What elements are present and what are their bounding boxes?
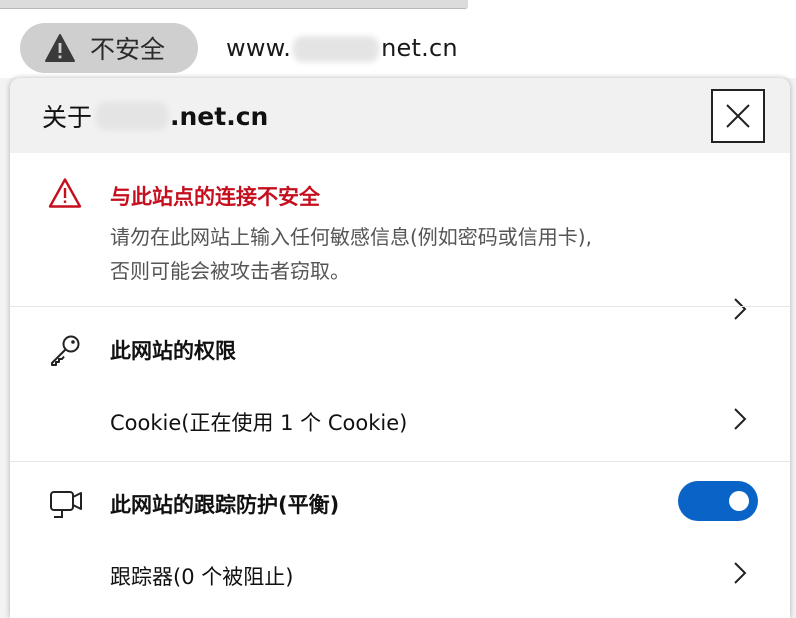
tab-strip xyxy=(0,0,796,16)
site-info-panel: 关于 .net.cn 与此站点的连接不安全 请勿在此网站上输入任何敏感信息(例如… xyxy=(10,78,790,618)
panel-title-domain: .net.cn xyxy=(170,101,269,131)
redacted-domain xyxy=(293,36,380,62)
url-prefix: www. xyxy=(226,34,292,62)
chevron-right-icon[interactable] xyxy=(731,560,749,586)
panel-title-prefix: 关于 xyxy=(42,103,93,132)
tracking-camera-icon xyxy=(50,491,82,518)
connection-warning-section[interactable]: 与此站点的连接不安全 请勿在此网站上输入任何敏感信息(例如密码或信用卡), 否则… xyxy=(10,153,790,320)
connection-warning-text: 请勿在此网站上输入任何敏感信息(例如密码或信用卡), 否则可能会被攻击者窃取。 xyxy=(110,220,592,288)
close-button[interactable] xyxy=(711,89,765,143)
close-icon xyxy=(726,104,750,128)
permissions-section: 此网站的权限 Cookie(正在使用 1 个 Cookie) xyxy=(10,307,790,461)
tracking-protection-toggle[interactable] xyxy=(678,481,758,521)
toggle-knob xyxy=(729,491,749,511)
redacted-domain xyxy=(96,102,169,130)
warning-triangle-icon xyxy=(45,34,75,62)
panel-header: 关于 .net.cn xyxy=(10,78,790,153)
warning-triangle-icon xyxy=(48,178,82,208)
trackers-item[interactable]: 跟踪器(0 个被阻止) xyxy=(110,561,293,591)
address-bar: 不安全 www. net.cn xyxy=(0,16,796,78)
connection-warning-heading: 与此站点的连接不安全 xyxy=(110,185,320,209)
tracking-protection-section: 此网站的跟踪防护(平衡) 跟踪器(0 个被阻止) xyxy=(10,462,790,618)
key-icon xyxy=(51,335,80,366)
security-status-button[interactable]: 不安全 xyxy=(20,23,198,73)
panel-title: 关于 .net.cn xyxy=(42,98,268,134)
warning-line-2: 否则可能会被攻击者窃取。 xyxy=(110,259,350,283)
tracking-protection-heading: 此网站的跟踪防护(平衡) xyxy=(110,493,340,517)
permissions-heading: 此网站的权限 xyxy=(110,339,236,363)
cookie-item[interactable]: Cookie(正在使用 1 个 Cookie) xyxy=(110,407,407,437)
chevron-right-icon[interactable] xyxy=(731,406,749,432)
active-tab-edge[interactable] xyxy=(0,0,468,9)
url-suffix: net.cn xyxy=(381,34,458,62)
url-field[interactable]: www. net.cn xyxy=(226,34,458,62)
warning-line-1: 请勿在此网站上输入任何敏感信息(例如密码或信用卡), xyxy=(110,225,592,249)
security-status-label: 不安全 xyxy=(90,35,166,64)
